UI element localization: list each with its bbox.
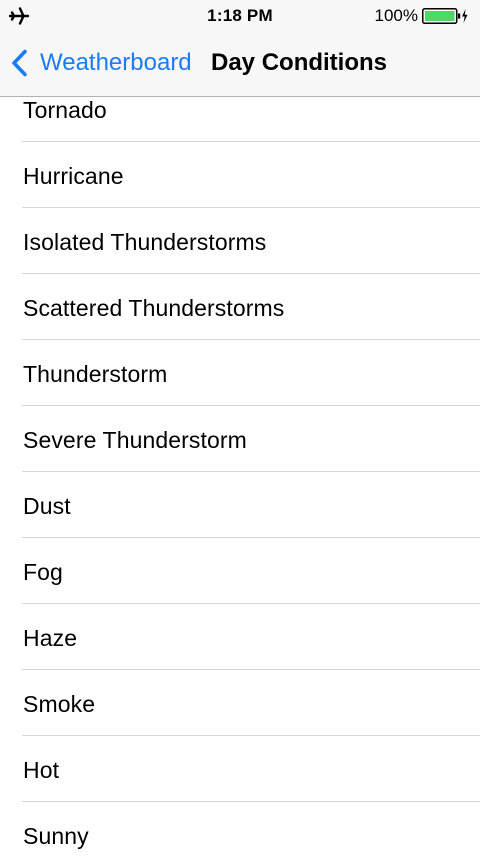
list-item[interactable]: Dust xyxy=(0,472,480,538)
chevron-left-icon xyxy=(12,49,27,77)
list-item-label: Sunny xyxy=(23,823,89,849)
page-title: Day Conditions xyxy=(211,49,388,76)
list-item[interactable]: Scattered Thunderstorms xyxy=(0,274,480,340)
list-item-label: Dust xyxy=(23,493,71,519)
list-item-label: Hot xyxy=(23,757,60,783)
list-item-label: Isolated Thunderstorms xyxy=(23,229,267,255)
list-item[interactable]: Isolated Thunderstorms xyxy=(0,208,480,274)
list-item[interactable]: Tornado xyxy=(0,76,480,142)
back-button[interactable]: Weatherboard xyxy=(10,46,192,80)
list-item[interactable]: Smoke xyxy=(0,670,480,736)
status-bar: 1:18 PM 100% xyxy=(0,0,480,32)
list-item[interactable]: Haze xyxy=(0,604,480,670)
list-item-label: Haze xyxy=(23,625,78,651)
list-item-label: Tornado xyxy=(23,97,107,123)
list-item-label: Severe Thunderstorm xyxy=(23,427,247,453)
battery-charging-icon xyxy=(422,8,468,24)
back-label: Weatherboard xyxy=(40,49,192,76)
list-item[interactable]: Severe Thunderstorm xyxy=(0,406,480,472)
list-item-label: Hurricane xyxy=(23,163,124,189)
list-item[interactable]: Thunderstorm xyxy=(0,340,480,406)
list-item[interactable]: Hurricane xyxy=(0,142,480,208)
list-item-label: Smoke xyxy=(23,691,96,717)
conditions-list: Tornado Hurricane Isolated Thunderstorms Sc… xyxy=(0,76,480,868)
list-item[interactable]: Hot xyxy=(0,736,480,802)
list-item-label: Scattered Thunderstorms xyxy=(23,295,285,321)
list-item[interactable]: Sunny xyxy=(0,802,480,868)
list-item-label: Thunderstorm xyxy=(23,361,168,387)
list-item-label: Fog xyxy=(23,559,63,585)
battery-percent: 100% xyxy=(374,6,418,25)
list-item[interactable]: Fog xyxy=(0,538,480,604)
